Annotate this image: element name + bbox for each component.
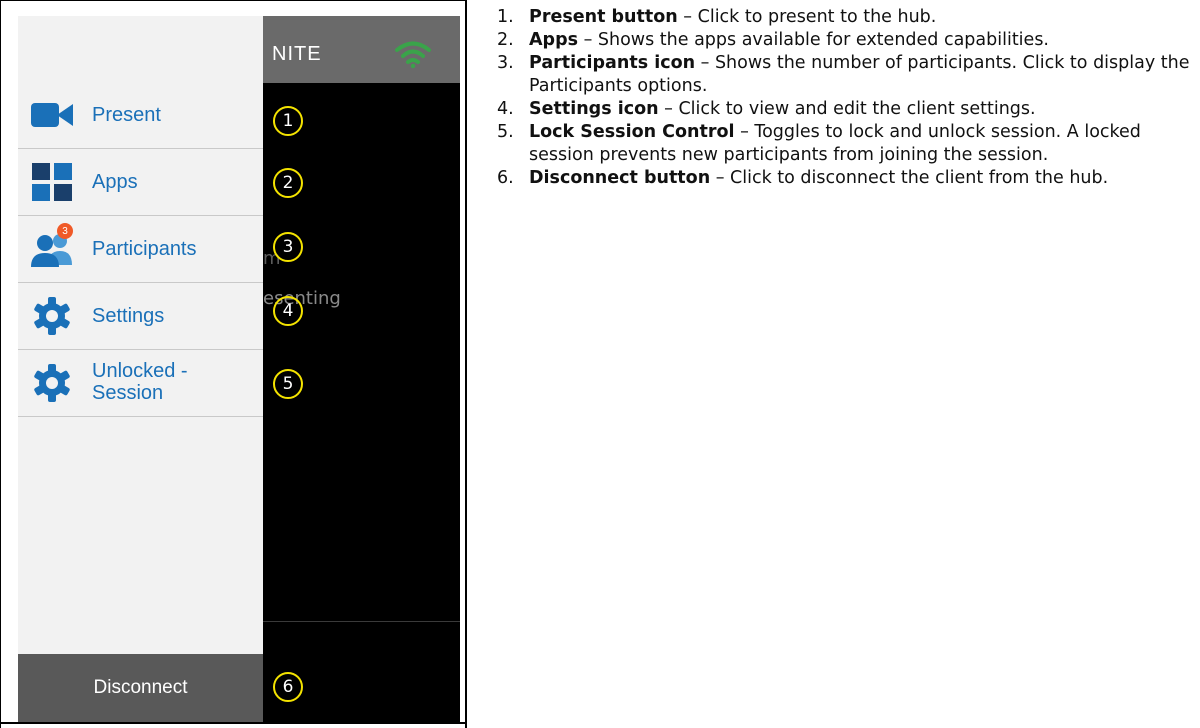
frame-top-border (0, 0, 467, 1)
description-number: 2. (497, 30, 514, 50)
disconnect-button[interactable]: Disconnect (18, 654, 263, 722)
description-number: 6. (497, 168, 514, 188)
callout-5: 5 (273, 369, 303, 399)
description-text: – Shows the apps available for extended … (578, 30, 1049, 50)
video-camera-icon (30, 93, 74, 137)
description-number: 5. (497, 122, 514, 142)
callout-3: 3 (273, 232, 303, 262)
side-drawer: Present Apps 3 Participants Settings Unl… (18, 16, 263, 722)
present-label: Present (92, 104, 161, 126)
description-text: – Click to disconnect the client from th… (710, 168, 1109, 188)
callout-2: 2 (273, 168, 303, 198)
present-menu-item[interactable]: Present (18, 82, 263, 149)
callout-1: 1 (273, 106, 303, 136)
frame-left-border (0, 0, 1, 728)
description-item: 6. Disconnect button – Click to disconne… (483, 167, 1195, 190)
apps-menu-item[interactable]: Apps (18, 149, 263, 216)
settings-menu-item[interactable]: Settings (18, 283, 263, 350)
description-text: – Click to present to the hub. (677, 7, 937, 27)
description-list: 1. Present button – Click to present to … (483, 6, 1195, 190)
brand-text: NITE (272, 43, 322, 65)
description-item: 1. Present button – Click to present to … (483, 6, 1195, 29)
participants-icon: 3 (30, 223, 74, 271)
client-app-screenshot: NITE m esenting Present Apps 3 Participa… (18, 16, 460, 722)
participants-menu-item[interactable]: 3 Participants (18, 216, 263, 283)
frame-bottom-border (0, 722, 467, 724)
column-divider (465, 0, 467, 728)
wifi-icon (395, 41, 431, 69)
apps-label: Apps (92, 171, 138, 193)
description-title: Disconnect button (529, 168, 711, 188)
apps-grid-icon (30, 160, 74, 204)
lock-session-label-line1: Unlocked - (92, 360, 188, 382)
description-item: 3. Participants icon – Shows the number … (483, 52, 1195, 98)
description-number: 4. (497, 99, 514, 119)
description-item: 5. Lock Session Control – Toggles to loc… (483, 121, 1195, 167)
participants-label: Participants (92, 238, 197, 260)
callout-4: 4 (273, 296, 303, 326)
description-item: 2. Apps – Shows the apps available for e… (483, 29, 1195, 52)
description-title: Apps (529, 30, 579, 50)
participant-count-badge: 3 (57, 223, 73, 239)
lock-session-label: Unlocked - Session (92, 360, 188, 404)
disconnect-label: Disconnect (93, 677, 188, 698)
gear-icon (30, 361, 74, 405)
description-number: 3. (497, 53, 514, 73)
description-title: Participants icon (529, 53, 696, 73)
gear-icon (30, 294, 74, 338)
lock-session-menu-item[interactable]: Unlocked - Session (18, 350, 263, 417)
page-frame: NITE m esenting Present Apps 3 Participa… (0, 0, 1200, 728)
background-divider (263, 621, 460, 622)
description-item: 4. Settings icon – Click to view and edi… (483, 98, 1195, 121)
description-text: – Click to view and edit the client sett… (658, 99, 1036, 119)
callout-6: 6 (273, 672, 303, 702)
description-title: Lock Session Control (529, 122, 735, 142)
description-number: 1. (497, 7, 514, 27)
description-title: Settings icon (529, 99, 659, 119)
lock-session-label-line2: Session (92, 382, 164, 404)
settings-label: Settings (92, 305, 165, 327)
description-title: Present button (529, 7, 678, 27)
